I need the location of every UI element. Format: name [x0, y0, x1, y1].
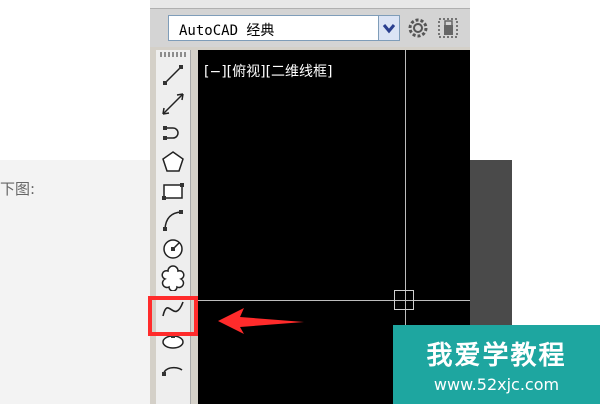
workspace-toolbar: AutoCAD 经典 — [150, 9, 470, 47]
crosshair-pickbox — [394, 290, 414, 310]
gear-icon — [408, 18, 428, 38]
tool-line[interactable] — [160, 62, 186, 88]
screenshot: 下图: AutoCAD 经典 [−][俯视][二维线框] 我爱学教程 www.5… — [0, 0, 600, 404]
crosshair-horizontal — [198, 300, 470, 301]
circle-icon — [163, 239, 183, 259]
menu-strip — [150, 0, 470, 9]
tool-rectangle[interactable] — [160, 178, 186, 204]
arc-icon — [163, 210, 183, 231]
lock-window-icon — [438, 18, 458, 38]
workspace-settings-button[interactable] — [406, 16, 430, 40]
ellipse-arc-icon — [162, 366, 183, 376]
watermark-title: 我爱学教程 — [426, 341, 567, 371]
tool-polygon[interactable] — [160, 149, 186, 175]
line-icon — [163, 65, 183, 85]
tool-arc[interactable] — [160, 207, 186, 233]
tool-revision-cloud[interactable] — [160, 265, 186, 291]
red-arrow-icon — [218, 308, 304, 334]
site-watermark: 我爱学教程 www.52xjc.com — [393, 325, 600, 404]
tool-ellipse-arc[interactable] — [160, 358, 186, 384]
tool-construction-line[interactable] — [160, 91, 186, 117]
draw-toolbar — [156, 50, 191, 404]
tool-circle[interactable] — [160, 236, 186, 262]
article-text-fragment: 下图: — [0, 180, 36, 198]
construction-line-icon — [162, 93, 184, 115]
revision-cloud-icon — [161, 265, 185, 291]
rectangle-icon — [162, 183, 184, 200]
polygon-icon — [162, 151, 184, 172]
viewport-controls-label[interactable]: [−][俯视][二维线框] — [204, 61, 333, 81]
workspace-dropdown[interactable]: AutoCAD 经典 — [168, 15, 400, 41]
workspace-dropdown-button[interactable] — [378, 16, 399, 40]
tool-polyline[interactable] — [160, 120, 186, 146]
workspace-dropdown-value: AutoCAD 经典 — [179, 23, 275, 39]
toolbar-lock-button[interactable] — [436, 16, 460, 40]
spline-highlight-box — [148, 296, 198, 336]
polyline-icon — [163, 126, 179, 140]
chevron-down-icon — [382, 24, 396, 34]
toolbar-grip[interactable] — [160, 52, 186, 57]
watermark-url: www.52xjc.com — [433, 375, 560, 394]
